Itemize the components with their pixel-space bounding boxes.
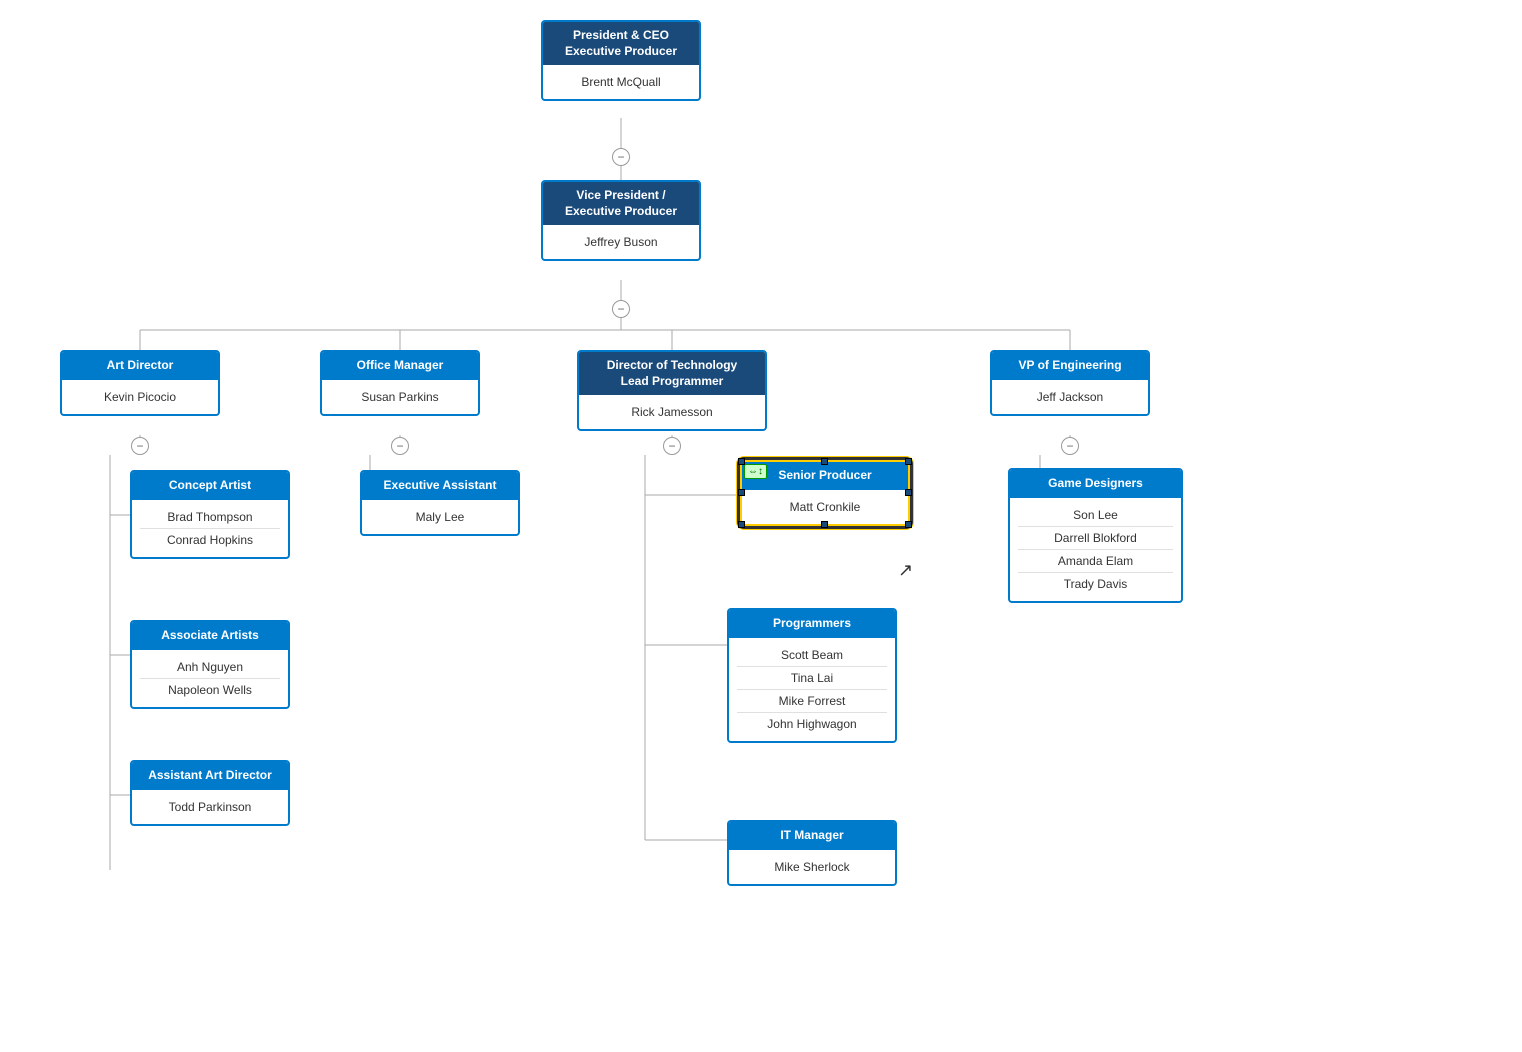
- assoc-artists-node[interactable]: Associate Artists Anh Nguyen Napoleon We…: [130, 620, 290, 709]
- office-manager-person: Susan Parkins: [330, 386, 470, 408]
- exec-assistant-header: Executive Assistant: [362, 472, 518, 500]
- resize-tc[interactable]: [821, 458, 828, 465]
- office-manager-node[interactable]: Office Manager Susan Parkins: [320, 350, 480, 416]
- vp-eng-body: Jeff Jackson: [992, 380, 1148, 414]
- exec-assistant-person-0: Maly Lee: [370, 506, 510, 528]
- resize-ml[interactable]: [738, 489, 745, 496]
- resize-tl[interactable]: [738, 458, 745, 465]
- vp-exec-body: Jeffrey Buson: [543, 225, 699, 259]
- programmers-person-0: Scott Beam: [737, 644, 887, 667]
- ceo-person: Brentt McQuall: [551, 71, 691, 93]
- senior-producer-node[interactable]: Senior Producer Matt Cronkile ⇔↕: [740, 460, 910, 526]
- resize-bc[interactable]: [821, 521, 828, 528]
- vp-eng-person: Jeff Jackson: [1000, 386, 1140, 408]
- game-designers-body: Son Lee Darrell Blokford Amanda Elam Tra…: [1010, 498, 1181, 601]
- vp-eng-node[interactable]: VP of Engineering Jeff Jackson: [990, 350, 1150, 416]
- ceo-body: Brentt McQuall: [543, 65, 699, 99]
- programmers-header: Programmers: [729, 610, 895, 638]
- resize-tr[interactable]: [905, 458, 912, 465]
- it-manager-header: IT Manager: [729, 822, 895, 850]
- concept-artist-node[interactable]: Concept Artist Brad Thompson Conrad Hopk…: [130, 470, 290, 559]
- art-director-person: Kevin Picocio: [70, 386, 210, 408]
- art-director-node[interactable]: Art Director Kevin Picocio: [60, 350, 220, 416]
- collapse-office-mgr[interactable]: −: [391, 437, 409, 455]
- resize-mr[interactable]: [905, 489, 912, 496]
- game-designers-person-1: Darrell Blokford: [1018, 527, 1173, 550]
- concept-artist-body: Brad Thompson Conrad Hopkins: [132, 500, 288, 557]
- concept-artist-person-1: Conrad Hopkins: [140, 529, 280, 551]
- it-manager-person-0: Mike Sherlock: [737, 856, 887, 878]
- collapse-vp-eng[interactable]: −: [1061, 437, 1079, 455]
- game-designers-person-2: Amanda Elam: [1018, 550, 1173, 573]
- programmers-person-1: Tina Lai: [737, 667, 887, 690]
- game-designers-person-0: Son Lee: [1018, 504, 1173, 527]
- assoc-artists-person-1: Napoleon Wells: [140, 679, 280, 701]
- vp-exec-person: Jeffrey Buson: [551, 231, 691, 253]
- collapse-art-dir[interactable]: −: [131, 437, 149, 455]
- org-chart: President & CEO Executive Producer Brent…: [0, 0, 1522, 1052]
- game-designers-header: Game Designers: [1010, 470, 1181, 498]
- assoc-artists-body: Anh Nguyen Napoleon Wells: [132, 650, 288, 707]
- office-manager-body: Susan Parkins: [322, 380, 478, 414]
- move-handle[interactable]: ⇔↕: [744, 464, 767, 479]
- exec-assistant-body: Maly Lee: [362, 500, 518, 534]
- senior-producer-person-0: Matt Cronkile: [750, 496, 900, 518]
- art-director-header: Art Director: [62, 352, 218, 380]
- dir-tech-header: Director of Technology Lead Programmer: [579, 352, 765, 395]
- resize-bl[interactable]: [738, 521, 745, 528]
- collapse-vp-exec[interactable]: −: [612, 300, 630, 318]
- programmers-person-2: Mike Forrest: [737, 690, 887, 713]
- asst-art-dir-header: Assistant Art Director: [132, 762, 288, 790]
- vp-exec-node[interactable]: Vice President / Executive Producer Jeff…: [541, 180, 701, 261]
- drag-cursor: ↗: [898, 560, 913, 581]
- ceo-header: President & CEO Executive Producer: [543, 22, 699, 65]
- dir-tech-body: Rick Jamesson: [579, 395, 765, 429]
- programmers-node[interactable]: Programmers Scott Beam Tina Lai Mike For…: [727, 608, 897, 743]
- exec-assistant-node[interactable]: Executive Assistant Maly Lee: [360, 470, 520, 536]
- concept-artist-header: Concept Artist: [132, 472, 288, 500]
- dir-tech-node[interactable]: Director of Technology Lead Programmer R…: [577, 350, 767, 431]
- game-designers-node[interactable]: Game Designers Son Lee Darrell Blokford …: [1008, 468, 1183, 603]
- office-manager-header: Office Manager: [322, 352, 478, 380]
- collapse-dir-tech[interactable]: −: [663, 437, 681, 455]
- programmers-person-3: John Highwagon: [737, 713, 887, 735]
- dir-tech-person: Rick Jamesson: [587, 401, 757, 423]
- vp-exec-header: Vice President / Executive Producer: [543, 182, 699, 225]
- asst-art-dir-body: Todd Parkinson: [132, 790, 288, 824]
- assoc-artists-person-0: Anh Nguyen: [140, 656, 280, 679]
- senior-producer-body: Matt Cronkile: [742, 490, 908, 524]
- vp-eng-header: VP of Engineering: [992, 352, 1148, 380]
- concept-artist-person-0: Brad Thompson: [140, 506, 280, 529]
- it-manager-node[interactable]: IT Manager Mike Sherlock: [727, 820, 897, 886]
- game-designers-person-3: Trady Davis: [1018, 573, 1173, 595]
- it-manager-body: Mike Sherlock: [729, 850, 895, 884]
- asst-art-dir-node[interactable]: Assistant Art Director Todd Parkinson: [130, 760, 290, 826]
- ceo-node[interactable]: President & CEO Executive Producer Brent…: [541, 20, 701, 101]
- collapse-ceo[interactable]: −: [612, 148, 630, 166]
- asst-art-dir-person-0: Todd Parkinson: [140, 796, 280, 818]
- art-director-body: Kevin Picocio: [62, 380, 218, 414]
- resize-br[interactable]: [905, 521, 912, 528]
- assoc-artists-header: Associate Artists: [132, 622, 288, 650]
- programmers-body: Scott Beam Tina Lai Mike Forrest John Hi…: [729, 638, 895, 741]
